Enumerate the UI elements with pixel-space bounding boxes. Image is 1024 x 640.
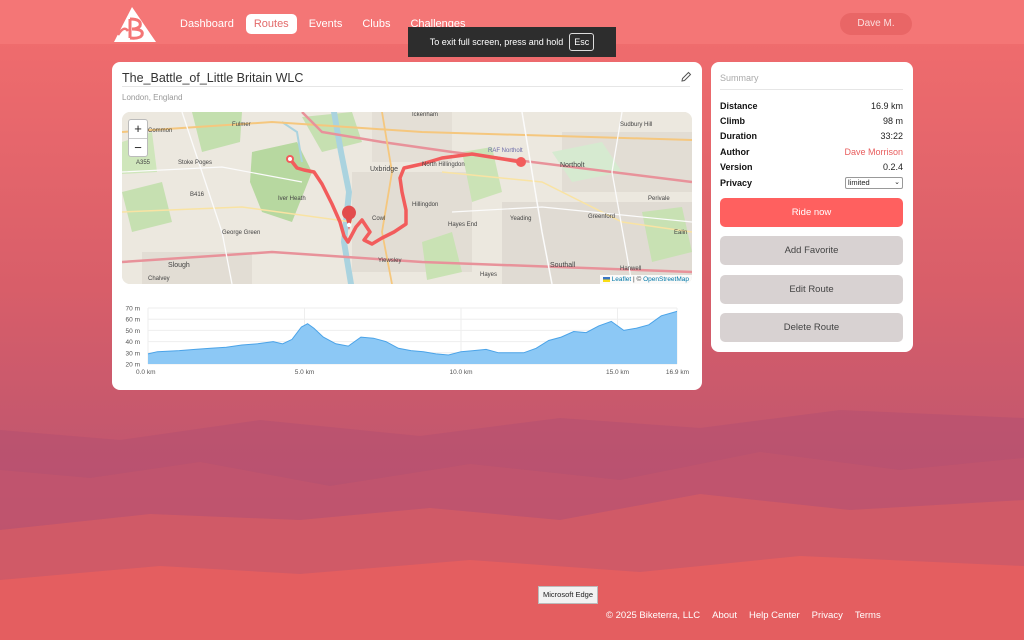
summary-row-version: Version 0.2.4 [720,162,903,176]
esc-key-badge: Esc [569,33,595,51]
pencil-icon[interactable] [680,71,692,83]
delete-route-button[interactable]: Delete Route [720,313,903,342]
footer-help-link[interactable]: Help Center [749,610,800,621]
map-label-yeading: Yeading [510,216,532,222]
map-label-common: Common [148,128,173,134]
biketerra-logo[interactable] [112,5,158,43]
footer-terms-link[interactable]: Terms [855,610,881,621]
nav-events[interactable]: Events [301,14,351,34]
map-label-hanwell: Hanwell [620,266,642,272]
edit-route-button[interactable]: Edit Route [720,275,903,304]
map-label-hayes-end: Hayes End [448,222,478,228]
footer-privacy-link[interactable]: Privacy [812,610,843,621]
map-label-a355: A355 [136,160,151,166]
osm-link[interactable]: OpenStreetMap [643,276,689,283]
elevation-chart[interactable]: 70 m 60 m 50 m 40 m 30 m 20 m0.0 km 5.0 km 10.0… [122,300,692,380]
elevation-x-tick: 5.0 km [295,369,315,376]
map-label-ealing: Ealin [674,230,688,236]
ukraine-flag-icon [602,276,610,282]
elevation-y-tick: 40 m [126,339,140,346]
map-label-southall: Southall [550,262,576,269]
map-label-sudbury-hill: Sudbury Hill [620,122,653,128]
elevation-y-tick: 20 m [126,362,140,369]
summary-row-distance: Distance 16.9 km [720,101,903,115]
climb-label: Climb [720,116,746,126]
fullscreen-notice: To exit full screen, press and hold Esc [408,27,616,57]
leaflet-link[interactable]: Leaflet [612,276,632,283]
map-label-cowley: Cowl [372,216,386,222]
summary-card: Summary Distance 16.9 km Climb 98 m Dura… [711,62,913,352]
privacy-select[interactable]: limited ⌄ [845,177,903,189]
map-attribution: Leaflet | © OpenStreetMap [599,275,692,284]
map-label-george-green: George Green [222,230,261,236]
map-label-north-hillingdon: North Hillingdon [422,162,465,168]
route-map[interactable]: Fulmer Common A355 Stoke Poges B416 Iver… [122,112,692,284]
summary-row-privacy: Privacy limited ⌄ [720,177,903,192]
duration-label: Duration [720,131,757,141]
summary-row-climb: Climb 98 m [720,116,903,130]
map-label-fulmer: Fulmer [232,122,251,128]
distance-label: Distance [720,101,758,111]
map-label-b416: B416 [190,192,205,198]
nav-routes[interactable]: Routes [245,14,297,34]
map-label-iver-heath: Iver Heath [278,196,306,202]
title-divider [122,86,690,87]
footer-about-link[interactable]: About [712,610,737,621]
climb-value: 98 m [882,116,903,126]
fullscreen-message: To exit full screen, press and hold [429,37,564,47]
map-zoom-control: + − [128,119,148,157]
attribution-separator: | © [631,276,644,283]
ride-now-button[interactable]: Ride now [720,198,903,227]
map-label-uxbridge: Uxbridge [370,166,399,173]
chevron-down-icon: ⌄ [894,179,900,186]
elevation-y-tick: 50 m [126,328,140,335]
distance-value: 16.9 km [870,101,903,111]
elevation-x-tick: 0.0 km [136,369,156,376]
map-label-northolt: Northolt [560,162,585,169]
elevation-x-tick: 15.0 km [606,369,629,376]
map-label-hayes: Hayes [480,272,498,278]
elevation-y-tick: 60 m [126,317,140,324]
user-menu-button[interactable]: Dave M. [840,13,912,35]
summary-row-author: Author Dave Morrison [720,147,903,161]
privacy-selected-value: limited [848,178,870,187]
taskbar-tooltip: Microsoft Edge [538,586,598,604]
add-favorite-button[interactable]: Add Favorite [720,236,903,265]
route-title: The_Battle_of_Little Britain WLC [122,71,304,85]
summary-row-duration: Duration 33:22 [720,131,903,145]
elevation-x-tick: 16.9 km [666,369,689,376]
map-label-greenford: Greenford [588,214,616,220]
route-location: London, England [122,93,183,102]
privacy-label: Privacy [720,178,753,188]
author-link[interactable]: Dave Morrison [844,147,903,157]
author-label: Author [720,147,750,157]
map-label-ickenham: Ickenham [412,112,439,118]
nav-dashboard[interactable]: Dashboard [172,14,242,34]
map-label-yiewsley: Yiewsley [378,258,402,264]
summary-divider [720,89,903,90]
map-label-chalvey: Chalvey [148,276,170,282]
map-label-raf-northolt: RAF Northolt [488,148,523,154]
nav-clubs[interactable]: Clubs [354,14,398,34]
map-label-perivale: Perivale [648,196,670,202]
summary-heading: Summary [720,73,759,83]
elevation-y-tick: 30 m [126,350,140,357]
route-card: The_Battle_of_Little Britain WLC London,… [112,62,702,390]
version-label: Version [720,162,753,172]
map-label-stoke-poges: Stoke Poges [178,160,213,166]
version-value: 0.2.4 [882,162,903,172]
map-label-hillingdon: Hillingdon [412,202,439,208]
zoom-out-button[interactable]: − [129,138,147,156]
footer: © 2025 Biketerra, LLC About Help Center … [606,610,881,621]
elevation-y-tick: 70 m [126,306,140,313]
route-start-marker [516,157,526,167]
duration-value: 33:22 [880,131,903,141]
zoom-in-button[interactable]: + [129,120,147,138]
map-label-slough: Slough [168,262,190,269]
elevation-x-tick: 10.0 km [449,369,472,376]
footer-copyright: © 2025 Biketerra, LLC [606,610,701,621]
map-tiles [122,112,692,284]
